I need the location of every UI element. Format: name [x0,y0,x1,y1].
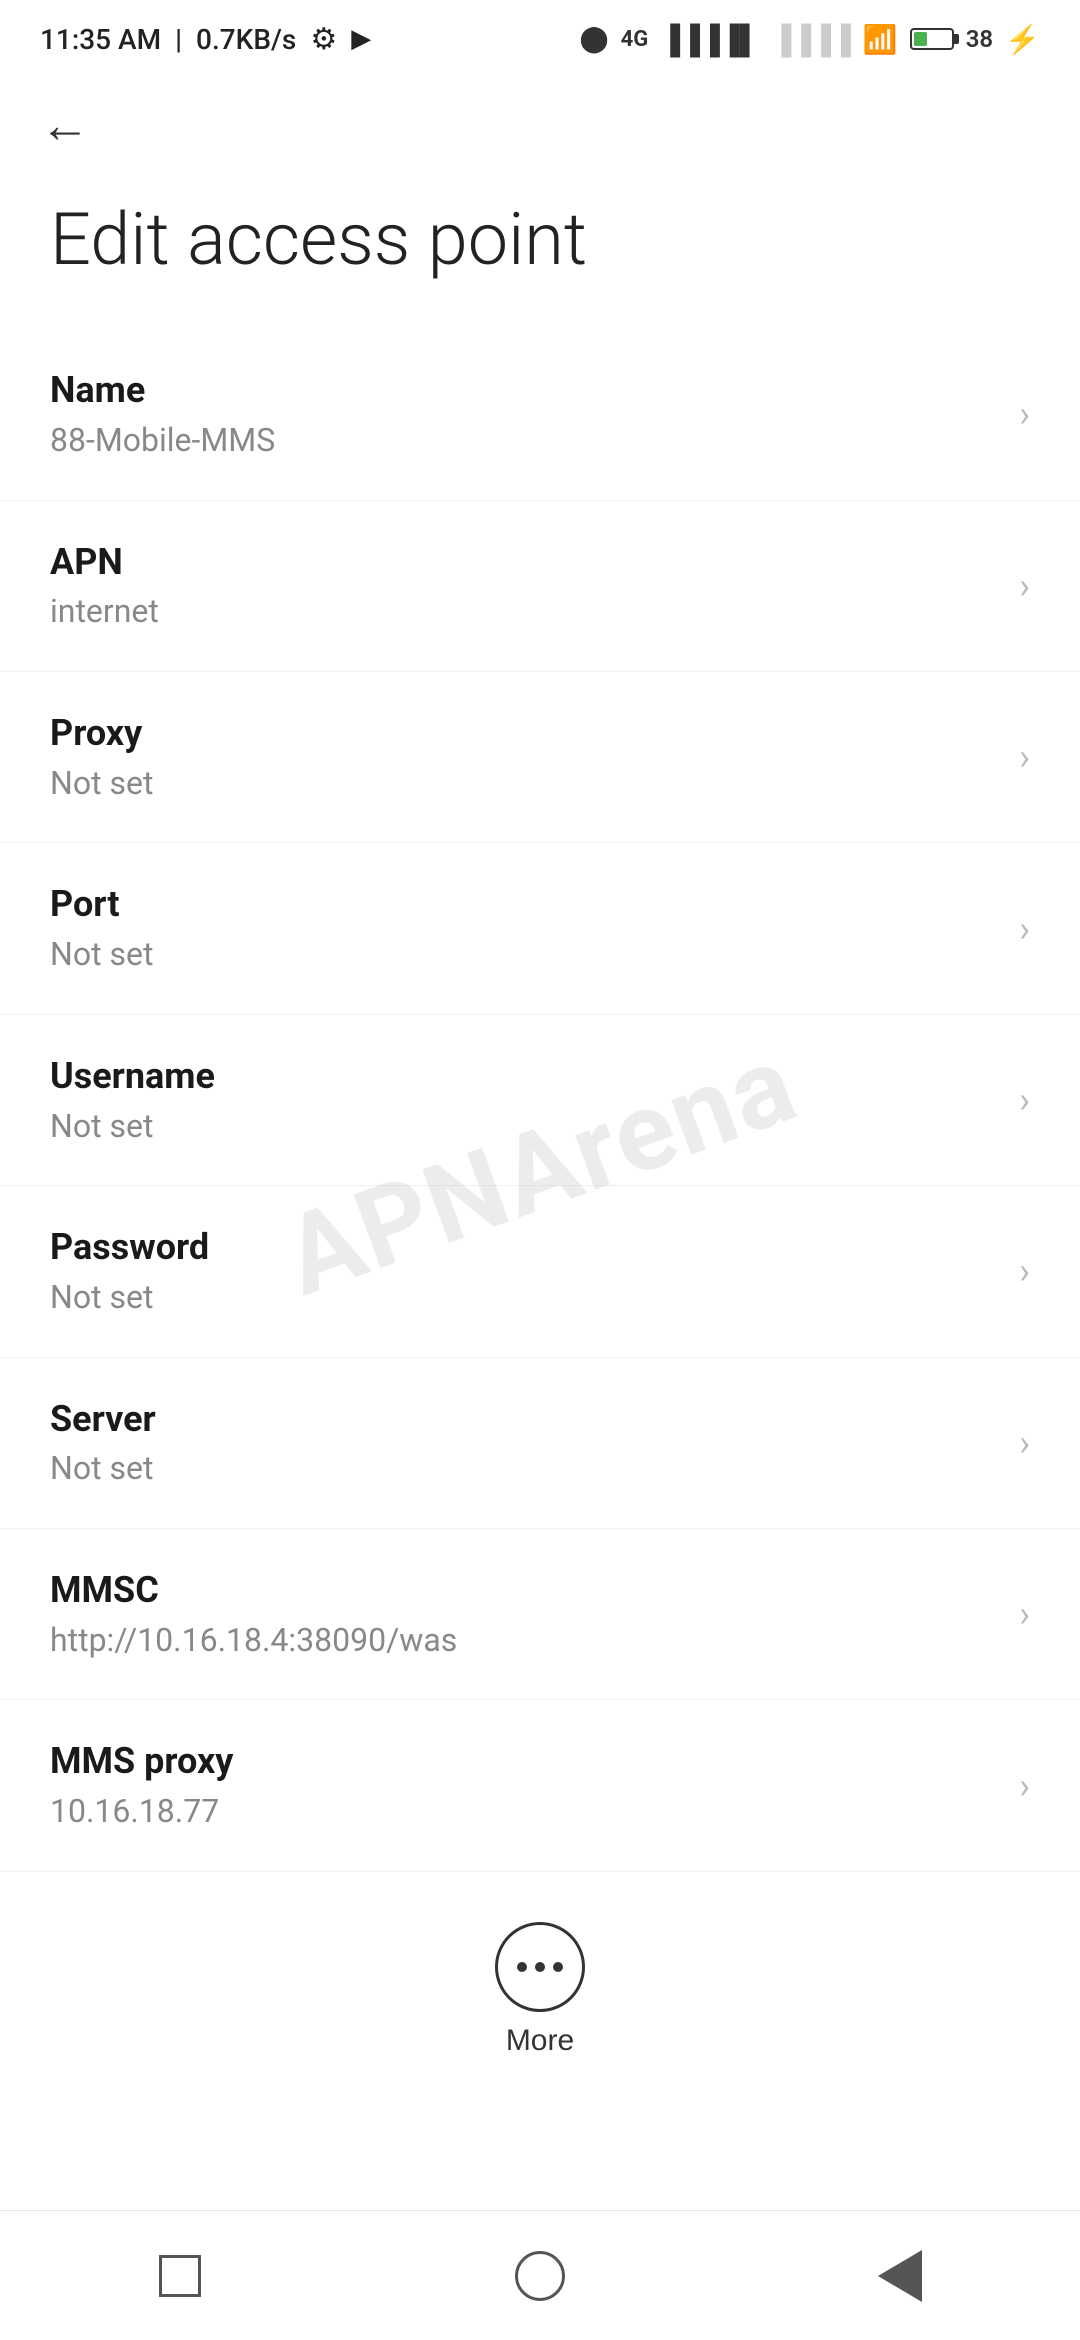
settings-item-label: APN [50,539,999,586]
settings-list: Name 88-Mobile-MMS › APN internet › Prox… [0,329,1080,1872]
settings-item[interactable]: Password Not set › [0,1186,1080,1357]
settings-item-label: Password [50,1224,999,1271]
more-section: More [0,1872,1080,2088]
settings-item-label: MMS proxy [50,1738,999,1785]
settings-item-value: Not set [50,1448,999,1490]
chevron-right-icon: › [1019,1079,1030,1121]
nav-home-icon [515,2251,565,2301]
settings-item-label: Username [50,1053,999,1100]
settings-item-value: Not set [50,763,999,805]
more-label: More [506,2024,574,2058]
more-button[interactable]: More [495,1922,585,2058]
chevron-right-icon: › [1019,1250,1030,1292]
charging-icon: ⚡ [1005,23,1040,56]
more-circle-icon [495,1922,585,2012]
back-button[interactable]: ← [40,90,90,160]
signal-4g-icon: 4G [621,27,649,52]
settings-item[interactable]: Username Not set › [0,1015,1080,1186]
settings-item-content: MMSC http://10.16.18.4:38090/was [50,1567,999,1661]
status-bar: 11:35 AM | 0.7KB/s ⚙ ▶ ⬤ 4G ▐▐▐▐▌ ▐▐▐▐ 📶… [0,0,1080,70]
toolbar: ← [0,70,1080,170]
settings-item-value: 10.16.18.77 [50,1791,999,1833]
nav-back-button[interactable] [860,2236,940,2316]
settings-item-content: Server Not set [50,1396,999,1490]
speed-display: 0.7KB/s [196,23,296,56]
battery-indicator: 38 [910,25,993,53]
chevron-right-icon: › [1019,1593,1030,1635]
signal-bars2-icon: ▐▐▐▐ [771,23,850,56]
status-right: ⬤ 4G ▐▐▐▐▌ ▐▐▐▐ 📶 38 ⚡ [580,23,1040,56]
nav-recents-button[interactable] [140,2236,220,2316]
settings-item-value: Not set [50,1106,999,1148]
settings-item-content: Username Not set [50,1053,999,1147]
settings-item-value: http://10.16.18.4:38090/was [50,1620,999,1662]
settings-item[interactable]: Name 88-Mobile-MMS › [0,329,1080,500]
settings-icon: ⚙ [310,22,337,57]
bluetooth-icon: ⬤ [580,24,609,54]
settings-item[interactable]: Port Not set › [0,843,1080,1014]
settings-item-value: Not set [50,1277,999,1319]
settings-item[interactable]: APN internet › [0,501,1080,672]
separator: | [175,23,182,56]
chevron-right-icon: › [1019,565,1030,607]
settings-item-content: Password Not set [50,1224,999,1318]
nav-bar [0,2210,1080,2340]
back-arrow-icon: ← [40,100,90,150]
more-dots-icon [517,1962,563,1972]
settings-item-label: Proxy [50,710,999,757]
settings-item-label: MMSC [50,1567,999,1614]
chevron-right-icon: › [1019,908,1030,950]
chevron-right-icon: › [1019,1422,1030,1464]
nav-home-button[interactable] [500,2236,580,2316]
settings-item-content: APN internet [50,539,999,633]
time-display: 11:35 AM [40,23,161,56]
settings-item-label: Server [50,1396,999,1443]
settings-item[interactable]: Server Not set › [0,1358,1080,1529]
status-left: 11:35 AM | 0.7KB/s ⚙ ▶ [40,22,371,57]
settings-item-value: internet [50,591,999,633]
settings-item-label: Port [50,881,999,928]
settings-item[interactable]: Proxy Not set › [0,672,1080,843]
signal-bars-icon: ▐▐▐▐▌ [660,23,759,56]
settings-item-label: Name [50,367,999,414]
settings-item-value: 88-Mobile-MMS [50,420,999,462]
chevron-right-icon: › [1019,393,1030,435]
settings-item-content: Port Not set [50,881,999,975]
wifi-icon: 📶 [863,23,898,56]
nav-recents-icon [159,2255,201,2297]
settings-item-value: Not set [50,934,999,976]
video-icon: ▶ [351,24,371,54]
settings-item-content: Proxy Not set [50,710,999,804]
nav-back-icon [878,2250,922,2302]
chevron-right-icon: › [1019,736,1030,778]
chevron-right-icon: › [1019,1765,1030,1807]
settings-item-content: MMS proxy 10.16.18.77 [50,1738,999,1832]
settings-item[interactable]: MMS proxy 10.16.18.77 › [0,1700,1080,1871]
battery-percent: 38 [966,25,993,53]
page-title: Edit access point [0,170,1080,329]
settings-item[interactable]: MMSC http://10.16.18.4:38090/was › [0,1529,1080,1700]
settings-item-content: Name 88-Mobile-MMS [50,367,999,461]
